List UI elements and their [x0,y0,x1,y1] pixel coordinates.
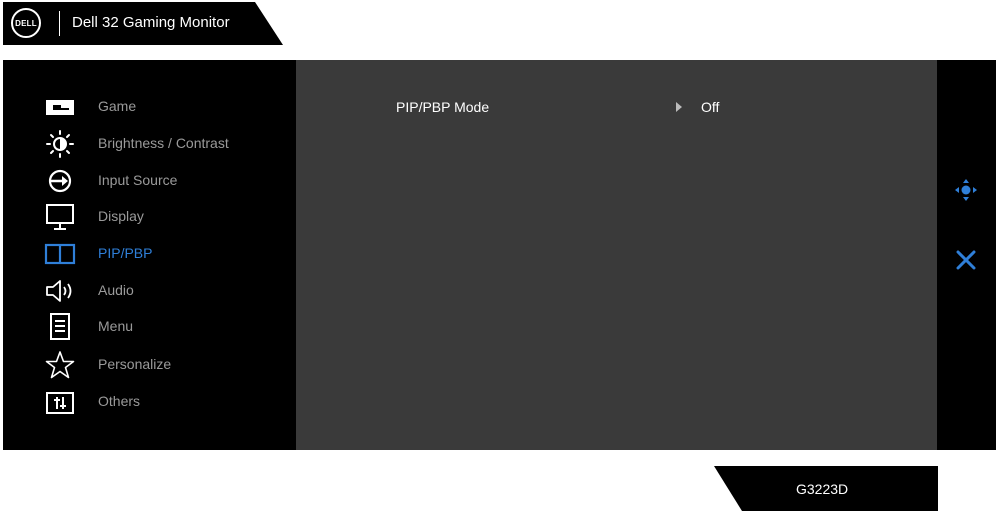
setting-value: Off [701,99,720,115]
pip-pbp-mode-row[interactable]: PIP/PBP Mode Off [396,96,876,120]
model-name: G3223D [796,481,849,497]
monitor-title: Dell 32 Gaming Monitor [72,14,230,31]
sidebar-item-label: Input Source [98,172,178,188]
model-tab: G3223D [714,466,938,511]
sidebar-item-display[interactable]: Display [3,200,296,234]
sidebar-item-brightness-contrast[interactable]: Brightness / Contrast [3,127,296,161]
sidebar-item-pip-pbp[interactable]: PIP/PBP [3,237,296,271]
sidebar-item-others[interactable]: Others [3,385,296,419]
sidebar-item-game[interactable]: Game [3,90,296,124]
sidebar-item-label: PIP/PBP [98,245,153,261]
navigate-dpad-icon[interactable] [953,177,979,203]
game-icon [43,92,77,122]
sidebar-item-label: Others [98,393,141,409]
setting-label: PIP/PBP Mode [396,99,490,115]
settings-panel: PIP/PBP Mode Off [296,60,937,450]
sidebar-item-label: Audio [98,282,134,298]
menu-icon [43,312,77,342]
osd-sidebar: Game Brightness / Contrast Input Source … [3,60,296,450]
osd-panel: Game Brightness / Contrast Input Source … [3,60,996,450]
sidebar-item-input-source[interactable]: Input Source [3,164,296,198]
sidebar-item-label: Personalize [98,356,172,372]
sidebar-item-personalize[interactable]: Personalize [3,348,296,382]
sidebar-item-label: Menu [98,318,134,334]
star-icon [43,350,77,380]
submenu-arrow-icon [676,102,682,112]
dell-logo: DELL [11,8,41,38]
sidebar-item-menu[interactable]: Menu [3,310,296,344]
sidebar-item-audio[interactable]: Audio [3,274,296,308]
brightness-icon [43,129,77,159]
sidebar-item-label: Game [98,98,137,114]
display-icon [43,202,77,232]
speaker-icon [43,276,77,306]
close-icon[interactable] [953,247,979,273]
header-divider [59,11,60,36]
input-source-icon [43,166,77,196]
header-tab: DELL Dell 32 Gaming Monitor [3,2,283,45]
pip-pbp-icon [43,239,77,269]
sidebar-item-label: Brightness / Contrast [98,135,229,151]
sidebar-item-label: Display [98,208,144,224]
osd-button-guide [937,60,996,450]
sliders-icon [43,387,77,417]
